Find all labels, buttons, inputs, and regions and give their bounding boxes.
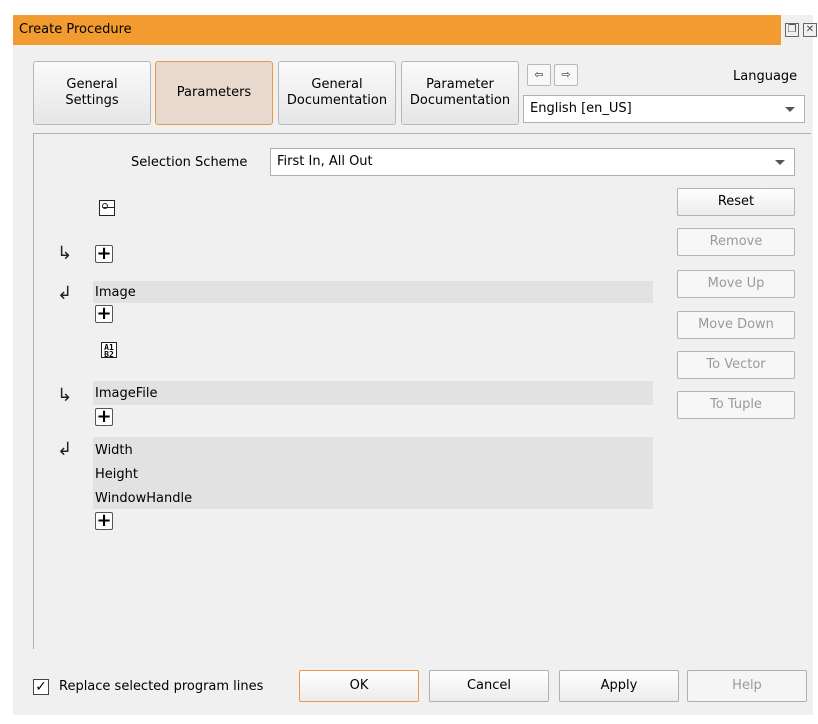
control-icon: A1 B2	[101, 342, 117, 358]
tab-general-documentation[interactable]: General Documentation	[278, 61, 396, 125]
tab-parameters[interactable]: Parameters	[155, 61, 273, 125]
list-item[interactable]: Image	[95, 285, 136, 300]
tab-general-settings[interactable]: General Settings	[33, 61, 151, 125]
language-select[interactable]: English [en_US]	[523, 95, 805, 123]
control-input-list	[93, 381, 653, 405]
title-bar[interactable]: Create Procedure	[13, 15, 781, 45]
to-vector-button[interactable]: To Vector	[677, 351, 795, 379]
move-down-button[interactable]: Move Down	[677, 311, 795, 339]
add-control-input-button[interactable]: +	[95, 408, 113, 426]
iconic-output-list	[93, 281, 653, 303]
arrow-right-icon[interactable]: ⇨	[554, 64, 578, 86]
add-control-output-button[interactable]: +	[95, 512, 113, 530]
tab-parameter-documentation[interactable]: Parameter Documentation	[401, 61, 519, 125]
list-item[interactable]: Width	[95, 443, 133, 458]
create-procedure-dialog: Create Procedure ❐ ✕ General Settings Pa…	[13, 15, 817, 715]
chevron-down-icon	[785, 107, 795, 112]
chevron-down-icon	[775, 160, 785, 165]
selection-scheme-value: First In, All Out	[277, 154, 373, 169]
language-value: English [en_US]	[530, 101, 632, 116]
ok-button[interactable]: OK	[299, 670, 419, 702]
add-iconic-output-button[interactable]: +	[95, 305, 113, 323]
help-button[interactable]: Help	[687, 670, 807, 702]
replace-lines-checkbox[interactable]: ✓	[33, 679, 49, 695]
list-item[interactable]: ImageFile	[95, 386, 157, 401]
language-label: Language	[733, 69, 798, 84]
list-item[interactable]: WindowHandle	[95, 491, 192, 506]
move-up-button[interactable]: Move Up	[677, 270, 795, 298]
add-iconic-input-button[interactable]: +	[95, 245, 113, 263]
output-arrow-icon: ↲	[57, 439, 73, 460]
replace-lines-label: Replace selected program lines	[59, 679, 264, 694]
selection-scheme-label: Selection Scheme	[131, 155, 248, 170]
output-arrow-icon: ↲	[57, 283, 73, 304]
to-tuple-button[interactable]: To Tuple	[677, 391, 795, 419]
input-arrow-icon: ↳	[57, 243, 73, 264]
arrow-left-icon[interactable]: ⇦	[527, 64, 551, 86]
cancel-button[interactable]: Cancel	[429, 670, 549, 702]
list-item[interactable]: Height	[95, 467, 138, 482]
image-icon	[99, 200, 115, 216]
remove-button[interactable]: Remove	[677, 228, 795, 256]
window-title: Create Procedure	[19, 22, 132, 37]
input-arrow-icon: ↳	[57, 385, 73, 406]
reset-button[interactable]: Reset	[677, 188, 795, 216]
restore-icon[interactable]: ❐	[785, 23, 799, 37]
apply-button[interactable]: Apply	[559, 670, 679, 702]
close-icon[interactable]: ✕	[803, 23, 817, 37]
selection-scheme-select[interactable]: First In, All Out	[270, 148, 795, 176]
